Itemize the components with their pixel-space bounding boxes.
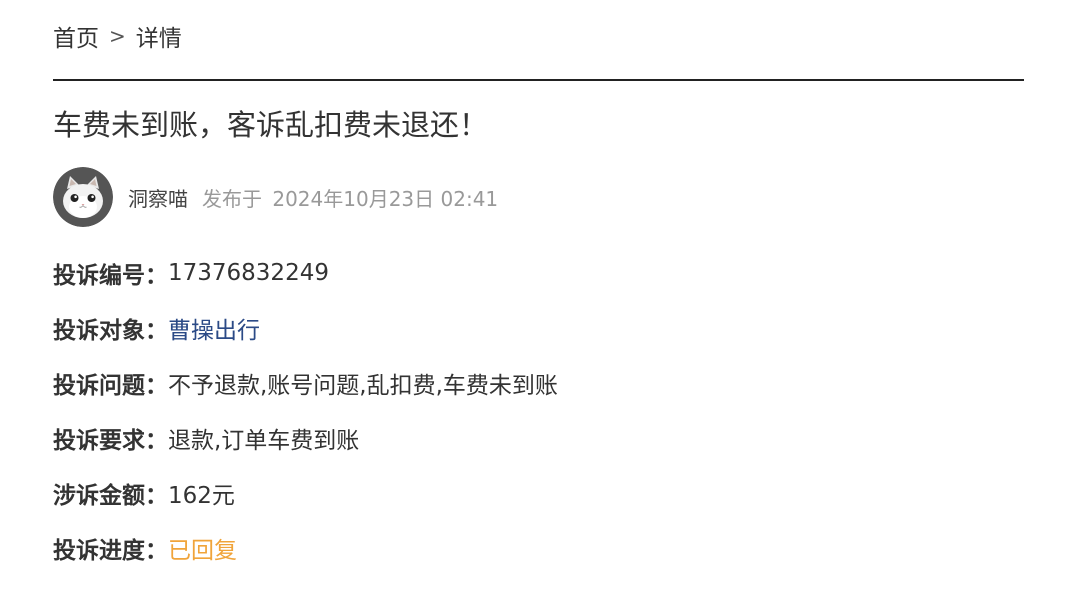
- page-title: 车费未到账，客诉乱扣费未退还！: [53, 108, 489, 142]
- complaint-amount-label: 涉诉金额：: [53, 483, 168, 509]
- status-badge: 已回复: [168, 538, 237, 564]
- complaint-amount-row: 涉诉金额： 162元: [53, 476, 235, 510]
- author-name[interactable]: 洞察喵: [128, 183, 188, 212]
- complaint-id-row: 投诉编号： 17376832249: [53, 256, 329, 290]
- complaint-amount-value: 162元: [168, 483, 235, 509]
- complaint-issue-row: 投诉问题： 不予退款,账号问题,乱扣费,车费未到账: [53, 366, 558, 400]
- complaint-status-row: 投诉进度： 已回复: [53, 531, 237, 565]
- posted-prefix: 发布于: [202, 186, 262, 211]
- breadcrumb-home-link[interactable]: 首页: [53, 19, 99, 53]
- cat-avatar-icon[interactable]: [53, 167, 113, 227]
- complaint-demand-row: 投诉要求： 退款,订单车费到账: [53, 421, 359, 455]
- header-divider: [53, 79, 1024, 81]
- complaint-id-label: 投诉编号：: [53, 263, 168, 289]
- complaint-demand-label: 投诉要求：: [53, 428, 168, 454]
- breadcrumb-separator: >: [109, 24, 126, 48]
- posted-date: 2024年10月23日 02:41: [272, 186, 499, 211]
- complaint-demand-value: 退款,订单车费到账: [168, 428, 360, 454]
- author-row: 洞察喵 发布于 2024年10月23日 02:41: [53, 167, 498, 227]
- complaint-issue-label: 投诉问题：: [53, 373, 168, 399]
- breadcrumb: 首页 > 详情: [53, 18, 182, 54]
- complaint-target-link[interactable]: 曹操出行: [168, 311, 260, 345]
- complaint-status-label: 投诉进度：: [53, 538, 168, 564]
- complaint-target-label: 投诉对象：: [53, 318, 168, 344]
- complaint-target-row: 投诉对象： 曹操出行: [53, 311, 260, 345]
- complaint-id-value: 17376832249: [168, 260, 329, 286]
- complaint-issue-value: 不予退款,账号问题,乱扣费,车费未到账: [168, 373, 558, 399]
- post-meta: 发布于 2024年10月23日 02:41: [202, 183, 498, 212]
- breadcrumb-current: 详情: [135, 26, 182, 52]
